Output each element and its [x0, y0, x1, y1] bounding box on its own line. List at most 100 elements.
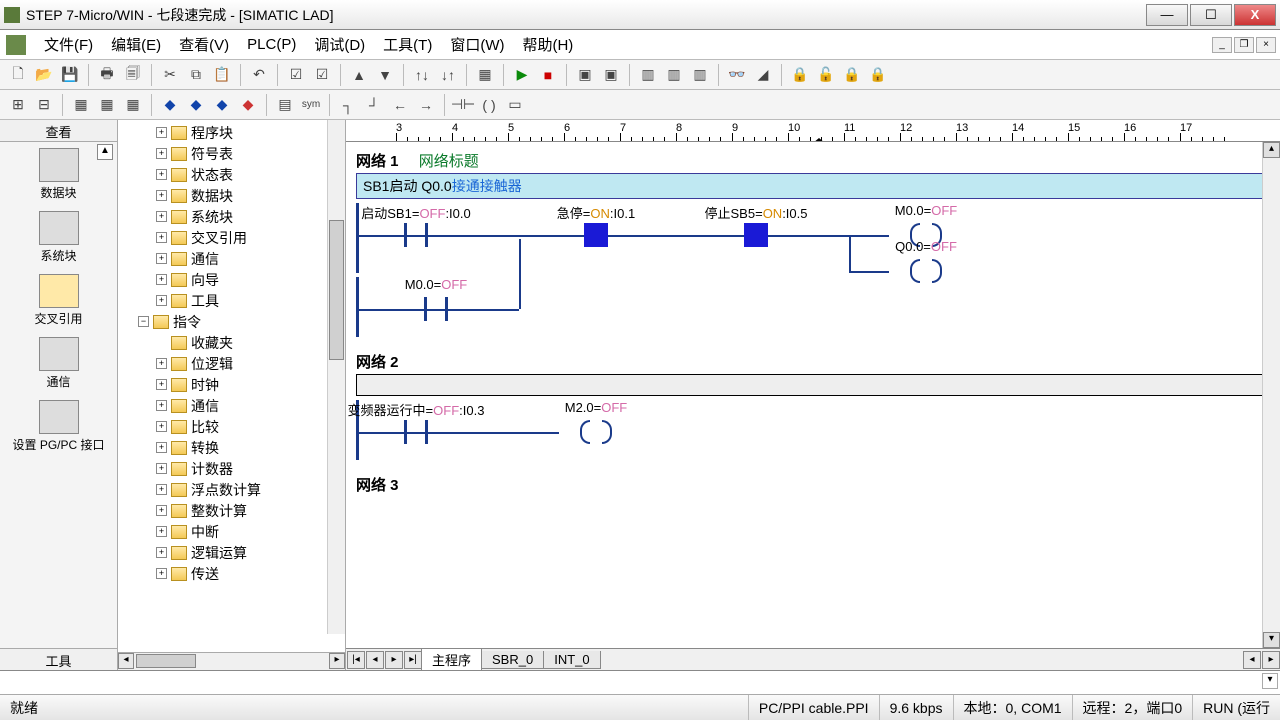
network-comment-button[interactable]: ▦ — [95, 93, 119, 117]
ladder-canvas[interactable]: 网络 1 网络标题 SB1启动 Q0.0接通接触器 启动SB1=OFF:I0.0 — [346, 142, 1280, 648]
delete-network-button[interactable]: ⊟ — [32, 93, 56, 117]
tree-item[interactable]: +符号表 — [120, 143, 343, 164]
tree-hscroll-thumb[interactable] — [136, 654, 196, 668]
single-read-button[interactable]: ▥ — [688, 63, 712, 87]
tree-expander[interactable]: + — [156, 484, 167, 495]
tree-item[interactable]: +系统块 — [120, 206, 343, 227]
cut-button[interactable]: ✂ — [158, 63, 182, 87]
line-right-button[interactable]: → — [414, 93, 438, 117]
tree-expander[interactable]: + — [156, 568, 167, 579]
tree-item[interactable]: +数据块 — [120, 185, 343, 206]
tab-sbr0[interactable]: SBR_0 — [481, 651, 544, 669]
lock2-button[interactable]: 🔒 — [840, 63, 864, 87]
poe-comment-button[interactable]: ▦ — [69, 93, 93, 117]
tree-expander[interactable]: + — [156, 379, 167, 390]
nav-footer[interactable]: 工具 — [0, 648, 117, 670]
clear-bookmark-button[interactable]: ◆ — [236, 93, 260, 117]
trend-button[interactable]: ▥ — [662, 63, 686, 87]
contact-m00[interactable]: M0.0=OFF — [406, 297, 466, 321]
instruction-tree[interactable]: +程序块+符号表+状态表+数据块+系统块+交叉引用+通信+向导+工具−指令收藏夹… — [118, 120, 345, 652]
menu-edit[interactable]: 编辑(E) — [103, 32, 169, 57]
coil-m20[interactable]: M2.0=OFF — [566, 420, 626, 444]
tree-expander[interactable]: + — [156, 127, 167, 138]
line-up-button[interactable]: ┘ — [362, 93, 386, 117]
program-status-button[interactable]: ▣ — [573, 63, 597, 87]
tree-expander[interactable]: + — [156, 211, 167, 222]
save-button[interactable]: 💾 — [58, 63, 82, 87]
tab-first-button[interactable]: |◂ — [347, 651, 365, 669]
tree-item[interactable]: +位逻辑 — [120, 353, 343, 374]
tree-item[interactable]: +程序块 — [120, 122, 343, 143]
chart-status-button[interactable]: ▥ — [636, 63, 660, 87]
network-1-label[interactable]: 网络标题 — [419, 153, 479, 170]
coil-q00[interactable]: Q0.0=OFF — [896, 259, 956, 283]
menu-plc[interactable]: PLC(P) — [239, 34, 304, 55]
network-1-comment[interactable]: SB1启动 Q0.0接通接触器 — [356, 173, 1270, 199]
tree-item[interactable]: +整数计算 — [120, 500, 343, 521]
contact-button[interactable]: ⊣⊢ — [451, 93, 475, 117]
tree-expander[interactable]: − — [138, 316, 149, 327]
tree-item[interactable]: +时钟 — [120, 374, 343, 395]
nav-item-systemblock[interactable]: 系统块 — [0, 205, 117, 268]
tree-item[interactable]: +通信 — [120, 395, 343, 416]
paste-button[interactable]: 📋 — [210, 63, 234, 87]
tree-expander[interactable]: + — [156, 274, 167, 285]
prev-bookmark-button[interactable]: ◆ — [210, 93, 234, 117]
mdi-minimize-button[interactable]: _ — [1212, 37, 1232, 53]
symbol-table-button[interactable]: ▤ — [273, 93, 297, 117]
contact-sb5[interactable]: 停止SB5=ON:I0.5 — [726, 223, 786, 247]
editor-scroll-up-button[interactable]: ▴ — [1263, 142, 1280, 158]
download-button[interactable]: ▼ — [373, 63, 397, 87]
coil-button[interactable]: ( ) — [477, 93, 501, 117]
tree-item[interactable]: +浮点数计算 — [120, 479, 343, 500]
lock-button[interactable]: 🔒 — [788, 63, 812, 87]
tab-main[interactable]: 主程序 — [421, 649, 482, 671]
tree-expander[interactable]: + — [156, 526, 167, 537]
next-bookmark-button[interactable]: ◆ — [184, 93, 208, 117]
tree-item[interactable]: +通信 — [120, 248, 343, 269]
tree-expander[interactable]: + — [156, 190, 167, 201]
menu-debug[interactable]: 调试(D) — [306, 32, 373, 57]
tree-expander[interactable]: + — [156, 148, 167, 159]
tree-item[interactable]: +交叉引用 — [120, 227, 343, 248]
print-preview-button[interactable]: 🗐 — [121, 63, 145, 87]
tree-expander[interactable]: + — [156, 358, 167, 369]
tab-last-button[interactable]: ▸| — [404, 651, 422, 669]
tree-item[interactable]: −指令 — [120, 311, 343, 332]
tree-item[interactable]: +工具 — [120, 290, 343, 311]
tree-item[interactable]: +中断 — [120, 521, 343, 542]
menu-help[interactable]: 帮助(H) — [514, 32, 581, 57]
copy-button[interactable]: ⧉ — [184, 63, 208, 87]
menu-tools[interactable]: 工具(T) — [375, 32, 440, 57]
tree-item[interactable]: +计数器 — [120, 458, 343, 479]
upload-button[interactable]: ▲ — [347, 63, 371, 87]
tree-item[interactable]: +逻辑运算 — [120, 542, 343, 563]
tree-expander[interactable]: + — [156, 232, 167, 243]
sym-button[interactable]: sym — [299, 93, 323, 117]
close-button[interactable]: X — [1234, 4, 1276, 26]
tree-expander[interactable]: + — [156, 295, 167, 306]
tree-item[interactable]: +状态表 — [120, 164, 343, 185]
nav-item-comm[interactable]: 通信 — [0, 331, 117, 394]
editor-hscroll-right-button[interactable]: ▸ — [1262, 651, 1280, 669]
network-2-comment[interactable] — [356, 374, 1270, 396]
undo-button[interactable]: ↶ — [247, 63, 271, 87]
sort-desc-button[interactable]: ↓↑ — [436, 63, 460, 87]
mdi-restore-button[interactable]: ❐ — [1234, 37, 1254, 53]
tree-item[interactable]: +转换 — [120, 437, 343, 458]
nav-item-pgpc[interactable]: 设置 PG/PC 接口 — [0, 394, 117, 457]
tree-expander[interactable]: + — [156, 463, 167, 474]
tab-prev-button[interactable]: ◂ — [366, 651, 384, 669]
new-button[interactable]: 🗋 — [6, 63, 30, 87]
box-button[interactable]: ▭ — [503, 93, 527, 117]
tree-scroll-thumb[interactable] — [329, 220, 344, 360]
line-down-button[interactable]: ┐ — [336, 93, 360, 117]
mdi-close-button[interactable]: × — [1256, 37, 1276, 53]
print-button[interactable]: 🖶 — [95, 63, 119, 87]
menu-window[interactable]: 窗口(W) — [442, 32, 512, 57]
tree-item[interactable]: +向导 — [120, 269, 343, 290]
monitor-button[interactable]: 👓 — [725, 63, 749, 87]
output-collapse-button[interactable]: ▾ — [1262, 673, 1278, 689]
compile-all-button[interactable]: ☑ — [310, 63, 334, 87]
bookmark-button[interactable]: ◆ — [158, 93, 182, 117]
